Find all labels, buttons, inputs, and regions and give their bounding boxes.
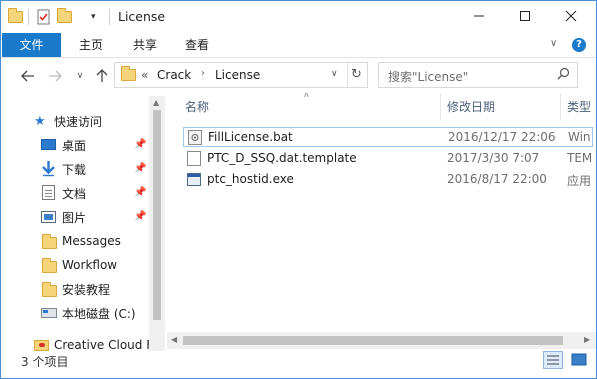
close-button[interactable] <box>548 1 594 31</box>
column-header-date[interactable]: 修改日期 <box>447 93 495 121</box>
batch-file-icon <box>188 130 202 145</box>
file-row[interactable]: PTC_D_SSQ.dat.template 2017/3/30 7:07 TE… <box>183 149 593 169</box>
ribbon-tabs: 文件 主页 共享 查看 ∨ ? <box>1 33 596 58</box>
nav-item-downloads[interactable]: 下载 📌 <box>1 158 149 180</box>
explorer-window: ▾ License 文件 主页 共享 查看 ∨ ? ∨ « Crack › Li… <box>0 0 597 379</box>
star-icon: ★ <box>34 113 46 129</box>
customize-toolbar-icon[interactable]: ▾ <box>91 8 96 26</box>
minimize-button[interactable] <box>456 1 502 31</box>
file-icon <box>187 151 201 166</box>
window-title: License <box>118 9 166 24</box>
scroll-up-icon[interactable]: ▲ <box>153 98 159 107</box>
overflow-chevron-icon[interactable]: « <box>141 68 148 82</box>
nav-item-desktop[interactable]: 桌面 📌 <box>1 134 149 156</box>
recent-locations-icon[interactable]: ∨ <box>71 67 89 85</box>
nav-label: Creative Cloud F <box>54 338 149 352</box>
maximize-button[interactable] <box>502 1 548 31</box>
file-name: PTC_D_SSQ.dat.template <box>207 151 357 165</box>
file-type: 应用 <box>567 174 592 188</box>
folder-icon <box>8 8 23 26</box>
breadcrumb-separator-icon[interactable]: › <box>201 68 205 79</box>
item-count: 3 个项目 <box>21 355 69 369</box>
nav-label: Workflow <box>62 258 118 272</box>
nav-quick-access[interactable]: ★ 快速访问 <box>1 110 149 132</box>
download-icon <box>41 160 56 180</box>
pin-icon[interactable]: 📌 <box>134 139 146 151</box>
column-header-type[interactable]: 类型 <box>567 93 591 121</box>
file-type: Win <box>568 130 591 144</box>
nav-item-local-disk[interactable]: 本地磁盘 (C:) <box>1 302 149 324</box>
nav-label: 下载 <box>62 162 87 177</box>
details-view-icon[interactable] <box>543 351 563 369</box>
file-row[interactable]: FillLicense.bat 2016/12/17 22:06 Win <box>183 127 593 147</box>
file-name: ptc_hostid.exe <box>207 172 294 186</box>
file-row[interactable]: ptc_hostid.exe 2016/8/17 22:00 应用 <box>183 170 593 190</box>
scroll-right-icon[interactable]: ▶ <box>584 335 590 344</box>
folder-icon <box>42 282 57 300</box>
tab-share[interactable]: 共享 <box>123 33 167 57</box>
nav-label: 文档 <box>62 186 87 201</box>
scrollbar-thumb[interactable] <box>183 336 563 345</box>
folder-icon <box>42 234 57 252</box>
file-date: 2016/12/17 22:06 <box>448 130 556 144</box>
nav-item-messages[interactable]: Messages <box>1 230 149 252</box>
status-bar: 3 个项目 <box>1 351 596 378</box>
tab-file[interactable]: 文件 <box>2 33 61 57</box>
nav-label: 本地磁盘 (C:) <box>62 306 136 321</box>
sort-ascending-icon: ∧ <box>303 93 310 100</box>
help-icon[interactable]: ? <box>572 38 586 52</box>
nav-scrollbar[interactable]: ▲ <box>149 96 165 353</box>
creative-cloud-icon <box>34 340 49 351</box>
search-input[interactable]: 搜索"License" <box>388 68 468 85</box>
nav-label: 安装教程 <box>62 282 111 297</box>
nav-item-documents[interactable]: 文档 📌 <box>1 182 149 204</box>
horizontal-scrollbar[interactable]: ◀ ▶ <box>167 332 596 349</box>
expand-ribbon-icon[interactable]: ∨ <box>550 38 557 49</box>
nav-item-workflow[interactable]: Workflow <box>1 254 149 276</box>
back-button[interactable] <box>19 67 37 85</box>
up-button[interactable] <box>93 67 111 85</box>
search-box[interactable]: 搜索"License" <box>378 62 578 88</box>
breadcrumb-crack[interactable]: Crack <box>157 68 191 82</box>
folder-icon <box>121 66 136 84</box>
nav-label: 图片 <box>62 210 87 225</box>
nav-label: Messages <box>62 234 121 248</box>
pin-icon[interactable]: 📌 <box>134 211 146 223</box>
nav-label: 快速访问 <box>54 114 103 129</box>
tab-view[interactable]: 查看 <box>175 33 219 57</box>
nav-label: 桌面 <box>62 138 87 153</box>
address-dropdown-icon[interactable]: ∨ <box>331 69 338 79</box>
file-date: 2016/8/17 22:00 <box>447 172 547 186</box>
nav-item-tutorial[interactable]: 安装教程 <box>1 278 149 300</box>
nav-item-pictures[interactable]: 图片 📌 <box>1 206 149 228</box>
file-name: FillLicense.bat <box>208 130 293 144</box>
properties-icon[interactable] <box>36 8 52 26</box>
desktop-icon <box>41 139 56 150</box>
scrollbar-thumb[interactable] <box>153 110 161 320</box>
column-header-name[interactable]: 名称 <box>185 93 209 121</box>
forward-button[interactable] <box>46 67 64 85</box>
refresh-icon[interactable]: ↻ <box>351 67 362 82</box>
breadcrumb-license[interactable]: License <box>215 68 260 82</box>
file-list: ∧ 名称 修改日期 类型 FillLicense.bat 2016/12/17 … <box>167 93 597 351</box>
documents-icon <box>42 185 55 200</box>
address-bar[interactable]: « Crack › License ∨ ↻ <box>114 62 368 88</box>
file-type: TEM <box>567 151 593 165</box>
application-icon <box>187 173 201 186</box>
search-icon[interactable] <box>557 67 570 83</box>
new-folder-icon[interactable] <box>57 8 72 26</box>
pin-icon[interactable]: 📌 <box>134 187 146 199</box>
tab-home[interactable]: 主页 <box>69 33 113 57</box>
drive-icon <box>41 308 57 318</box>
pin-icon[interactable]: 📌 <box>134 163 146 175</box>
large-icons-view-icon[interactable] <box>569 351 589 369</box>
scroll-left-icon[interactable]: ◀ <box>171 335 177 344</box>
title-bar: ▾ License <box>1 1 596 33</box>
folder-icon <box>42 258 57 276</box>
navigation-pane: ★ 快速访问 桌面 📌 下载 📌 文档 📌 图片 📌 Messages Work… <box>1 96 149 353</box>
pictures-icon <box>41 211 56 223</box>
file-date: 2017/3/30 7:07 <box>447 151 540 165</box>
